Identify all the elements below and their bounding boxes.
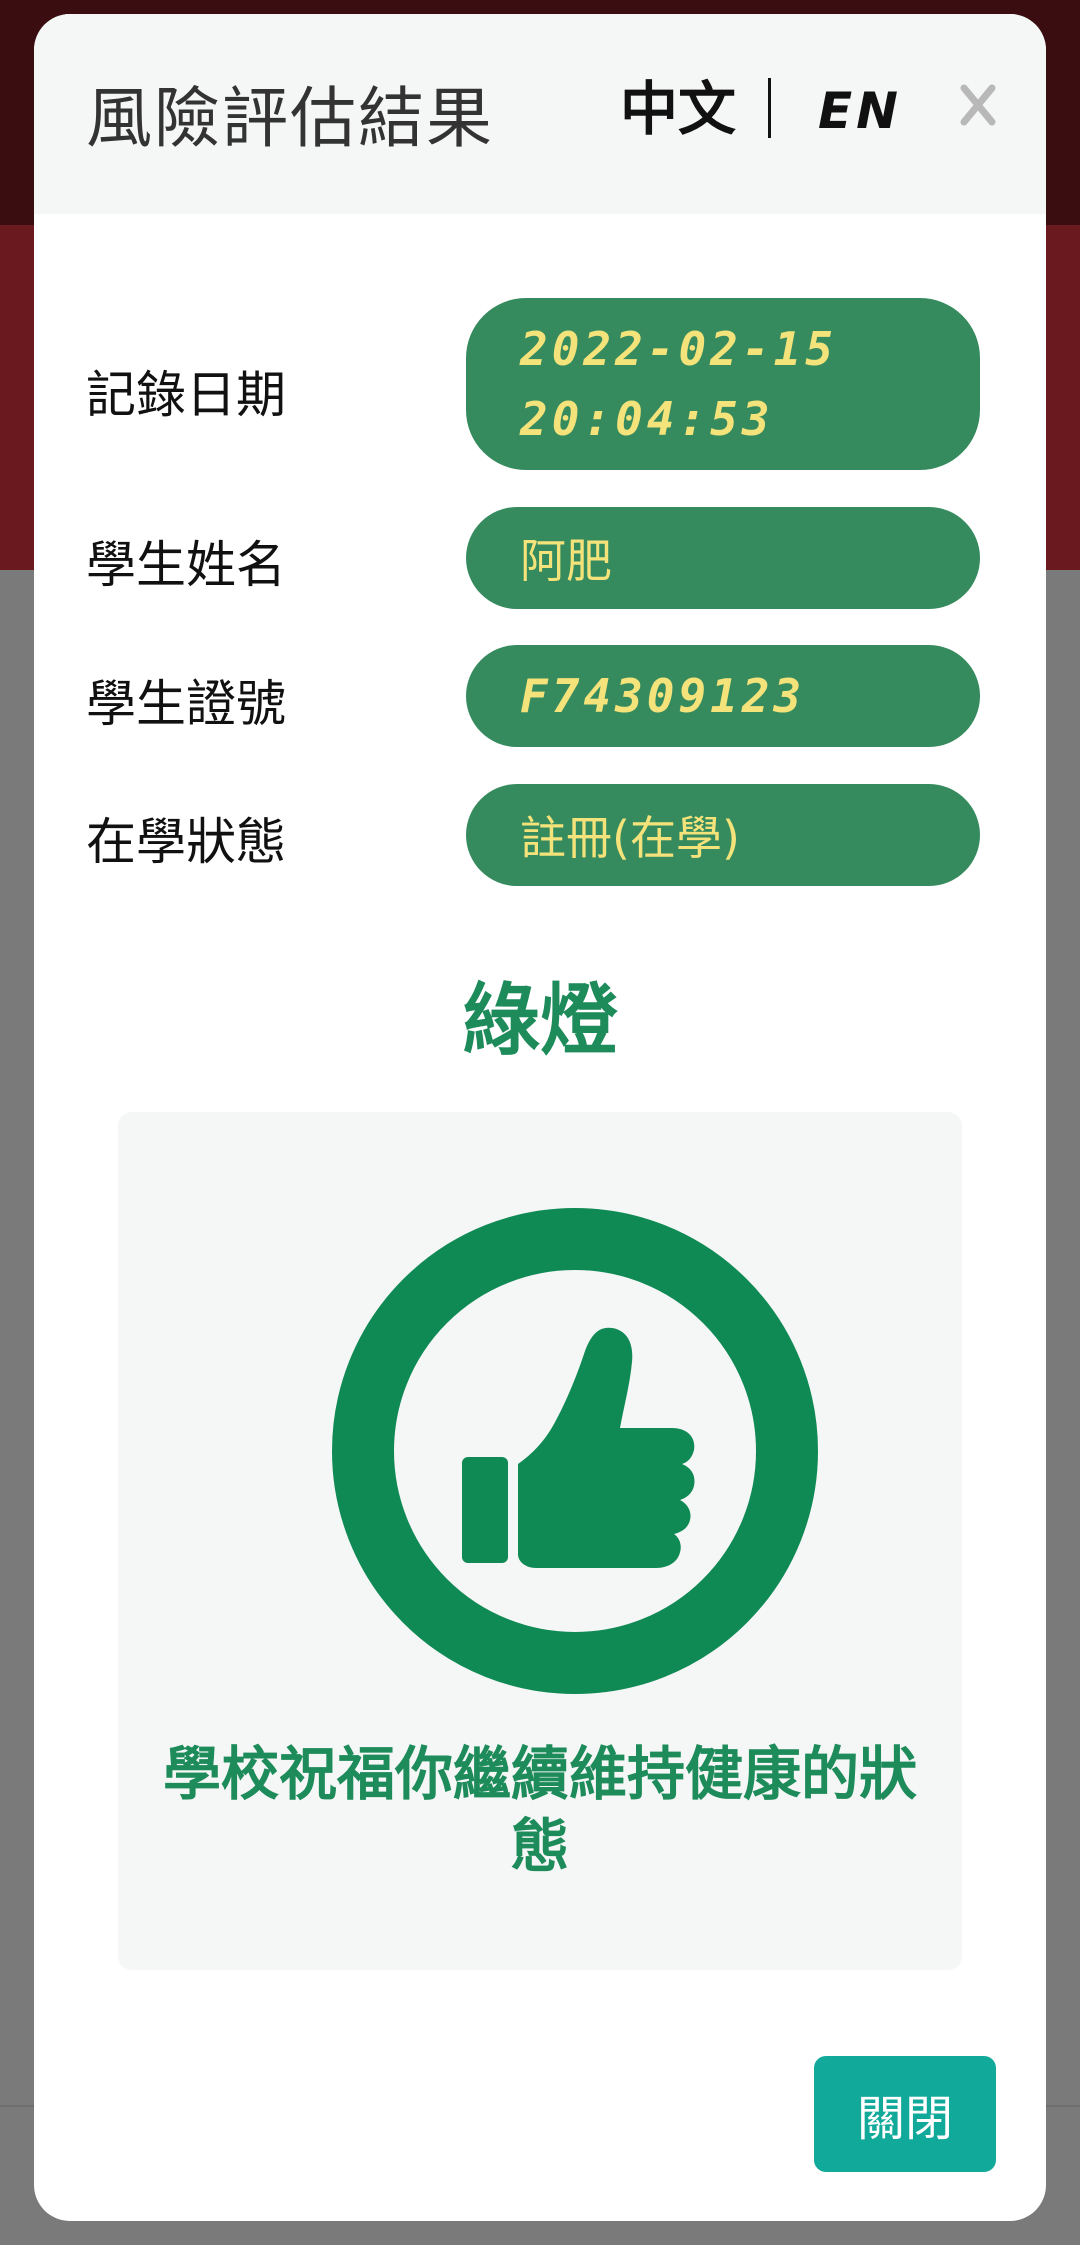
enrollment-status-label: 在學狀態 (86, 813, 286, 871)
modal-header: 風險評估結果 中文 EN (34, 14, 1046, 214)
student-id-value: F74309123 (466, 645, 980, 747)
close-icon[interactable] (958, 82, 998, 128)
student-id: F74309123 (520, 669, 806, 723)
student-name-value: 阿肥 (466, 507, 980, 609)
language-divider (768, 78, 771, 138)
status-message: 學校祝福你繼續維持健康的狀態 (162, 1740, 917, 1880)
student-name-label: 學生姓名 (86, 536, 286, 594)
enrollment-status-value: 註冊(在學) (466, 784, 980, 886)
language-en-button[interactable]: EN (818, 86, 902, 136)
modal-title: 風險評估結果 (86, 80, 494, 157)
risk-status-title: 綠燈 (461, 976, 618, 1066)
status-panel: 學校祝福你繼續維持健康的狀態 (118, 1112, 962, 1970)
language-zh-button[interactable]: 中文 (620, 80, 736, 138)
record-date-label: 記錄日期 (86, 366, 286, 424)
record-date-value: 2022-02-15 20:04:53 (466, 298, 980, 470)
record-time: 20:04:53 (520, 392, 774, 446)
thumbs-up-icon (330, 1206, 820, 1696)
close-button[interactable]: 關閉 (814, 2056, 996, 2172)
student-id-label: 學生證號 (86, 675, 286, 733)
record-date: 2022-02-15 (520, 322, 837, 376)
risk-result-modal: 風險評估結果 中文 EN 記錄日期 2022-02-15 20:04:53 學生… (34, 14, 1046, 2221)
